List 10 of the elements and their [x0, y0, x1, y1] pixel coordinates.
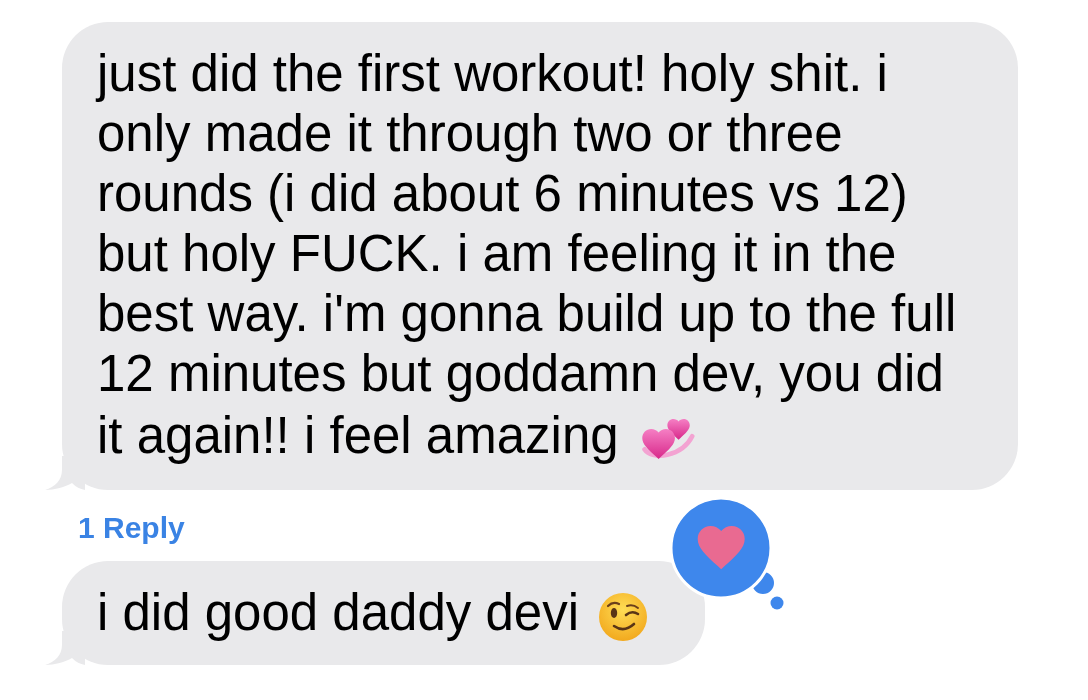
message-text: only made it through two or three [97, 104, 843, 164]
replies-link[interactable]: 1 Reply [78, 508, 185, 548]
message-text: just did the first workout! holy shit. i [97, 44, 888, 104]
winking-face-icon [599, 593, 648, 641]
message-text: 12 minutes but goddamn dev, you did [97, 344, 944, 404]
message-text: i did good daddy devi [97, 583, 580, 643]
message-text: rounds (i did about 6 minutes vs 12) [97, 164, 908, 224]
message-text: best way. i'm gonna build up to the full [97, 284, 957, 344]
message-text: it again!! i feel amazing [97, 406, 619, 466]
message-text: but holy FUCK. i am feeling it in the [97, 224, 897, 284]
